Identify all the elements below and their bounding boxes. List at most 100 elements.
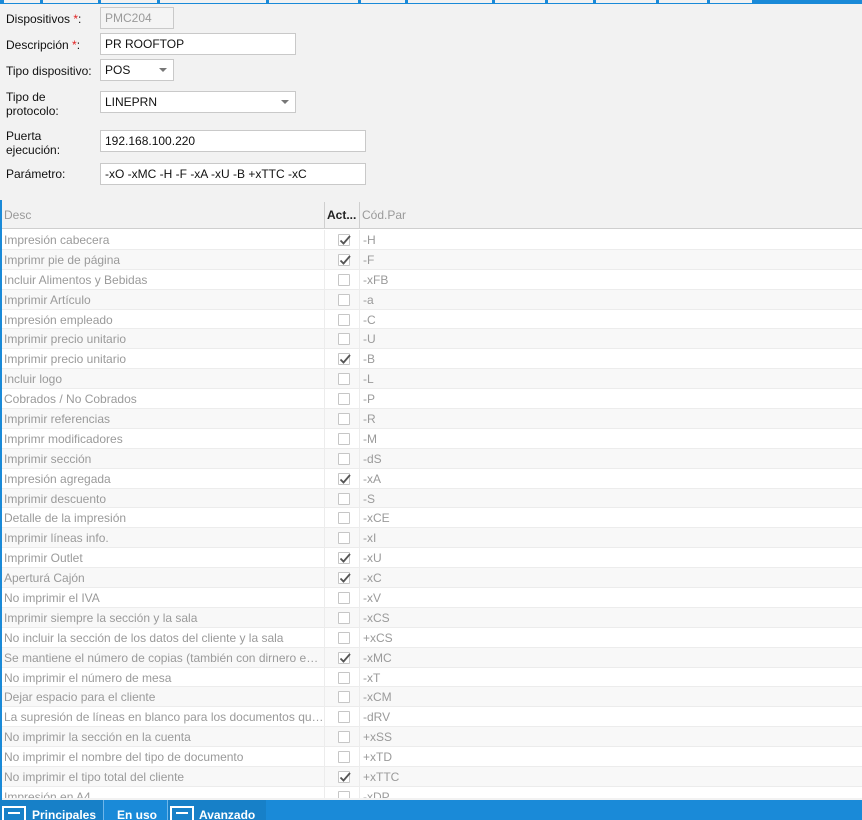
table-row[interactable]: Impresión agregada -xA	[2, 468, 862, 489]
active-checkbox[interactable]	[338, 253, 351, 266]
row-desc: Impresión en A4	[4, 789, 91, 798]
tab-principales[interactable]: Principales	[0, 800, 104, 820]
active-checkbox[interactable]	[338, 492, 350, 505]
table-row[interactable]: Cobrados / No Cobrados -P	[2, 389, 862, 410]
active-checkbox[interactable]	[338, 711, 350, 724]
table-row[interactable]: Se mantiene el número de copias (también…	[2, 647, 862, 668]
table-row[interactable]: No incluir la sección de los datos del c…	[2, 627, 862, 648]
top-tab[interactable]	[408, 0, 492, 3]
table-row[interactable]: Imprimr pie de página -F	[2, 249, 862, 270]
row-desc: Imprimir descuento	[4, 491, 107, 506]
table-row[interactable]: Dejar espacio para el cliente -xCM	[2, 687, 862, 708]
tab-en-uso-label: En uso	[117, 808, 158, 820]
table-row[interactable]: Impresión empleado -C	[2, 309, 862, 330]
row-desc: No incluir la sección de los datos del c…	[4, 630, 284, 645]
active-checkbox[interactable]	[338, 771, 351, 784]
table-row[interactable]: Impresión en A4 -xDP	[2, 786, 862, 798]
column-header-desc[interactable]: Desc	[2, 202, 324, 229]
active-checkbox[interactable]	[338, 234, 351, 246]
top-tab[interactable]	[101, 0, 157, 3]
row-code: -xC	[363, 571, 382, 586]
table-row[interactable]: No imprimir el nombre del tipo de docume…	[2, 747, 862, 768]
row-code: -L	[363, 372, 374, 387]
top-tab[interactable]	[269, 0, 358, 3]
active-checkbox[interactable]	[338, 631, 350, 644]
row-code: -xMC	[363, 650, 392, 665]
table-row[interactable]: No imprimir el tipo total del cliente +xT…	[2, 767, 862, 788]
table-row[interactable]: Imprimir precio unitario -U	[2, 329, 862, 350]
active-checkbox[interactable]	[338, 592, 350, 605]
table-row[interactable]: Imprimir referencias -R	[2, 409, 862, 430]
table-row[interactable]: Detalle de la impresión -xCE	[2, 508, 862, 529]
top-tab[interactable]	[160, 0, 266, 3]
grid-rows: Impresión cabecera -H Imprimr pie de págin…	[2, 230, 862, 798]
table-row[interactable]: No imprimir el número de mesa -xT	[2, 667, 862, 688]
descripcion-field[interactable]: PR ROOFTOP	[100, 33, 296, 55]
active-checkbox[interactable]	[338, 691, 350, 704]
active-checkbox[interactable]	[338, 373, 350, 386]
table-row[interactable]: Imprimir siempre la sección y la sala -xC…	[2, 607, 862, 628]
active-checkbox[interactable]	[338, 572, 351, 585]
table-row[interactable]: Imprimr modificadores -M	[2, 428, 862, 449]
table-row[interactable]: No imprimir el IVA -xV	[2, 588, 862, 609]
row-code: -H	[363, 233, 376, 247]
top-tab[interactable]	[495, 0, 545, 3]
row-code: -U	[363, 332, 376, 347]
table-row[interactable]: Imprimir Outlet -xU	[2, 548, 862, 569]
table-row[interactable]: Imprimir sección -dS	[2, 448, 862, 469]
active-checkbox[interactable]	[338, 611, 350, 624]
tipo-dispositivo-select[interactable]: POS	[100, 59, 174, 81]
puerta-field[interactable]: 192.168.100.220	[100, 130, 366, 152]
top-tab[interactable]	[659, 0, 707, 3]
active-checkbox[interactable]	[338, 790, 350, 798]
active-checkbox[interactable]	[338, 293, 350, 306]
row-desc: Dejar espacio para el cliente	[4, 690, 156, 705]
top-tab[interactable]	[596, 0, 656, 3]
parametro-field[interactable]: -xO -xMC -H -F -xA -xU -B +xTTC -xC	[100, 163, 366, 185]
active-checkbox[interactable]	[338, 273, 350, 286]
table-row[interactable]: No imprimir la sección en la cuenta +xSS	[2, 727, 862, 748]
active-checkbox[interactable]	[338, 671, 350, 684]
row-code: -S	[363, 491, 375, 506]
active-checkbox[interactable]	[338, 651, 351, 664]
column-header-code[interactable]: Cód.Par	[360, 202, 860, 229]
tab-en-uso[interactable]: En uso	[104, 800, 168, 820]
chevron-down-icon	[159, 68, 167, 72]
row-code: -xU	[363, 551, 382, 566]
table-row[interactable]: Incluir logo -L	[2, 369, 862, 390]
active-checkbox[interactable]	[338, 751, 350, 764]
table-row[interactable]: Impresión cabecera -H	[2, 230, 862, 250]
tab-avanzado[interactable]: Avanzado	[168, 800, 266, 820]
table-row[interactable]: Imprimir líneas info. -xI	[2, 528, 862, 549]
active-checkbox[interactable]	[338, 552, 351, 565]
parameters-grid: Desc Act... Cód.Par Impresión cabecera -H…	[2, 202, 862, 798]
column-header-active[interactable]: Act...	[325, 202, 359, 229]
active-checkbox[interactable]	[338, 512, 350, 525]
table-row[interactable]: Imprimir descuento -S	[2, 488, 862, 509]
row-desc: Imprimir siempre la sección y la sala	[4, 610, 198, 625]
table-row[interactable]: La supresión de líneas en blanco para lo…	[2, 707, 862, 728]
active-checkbox[interactable]	[338, 731, 350, 744]
top-tab[interactable]	[710, 0, 752, 3]
active-checkbox[interactable]	[338, 532, 350, 545]
table-row[interactable]: Imprimir precio unitario -B	[2, 349, 862, 370]
table-row[interactable]: Incluir Alimentos y Bebidas -xFB	[2, 269, 862, 290]
top-tab[interactable]	[43, 0, 98, 3]
tipo-protocolo-select[interactable]: LINEPRN	[100, 91, 296, 113]
active-checkbox[interactable]	[338, 313, 350, 326]
row-code: -a	[363, 292, 374, 307]
active-checkbox[interactable]	[338, 393, 350, 406]
top-tab[interactable]	[4, 0, 40, 3]
top-tab[interactable]	[361, 0, 405, 3]
active-checkbox[interactable]	[338, 353, 351, 366]
active-checkbox[interactable]	[338, 432, 350, 445]
active-checkbox[interactable]	[338, 452, 350, 465]
active-checkbox[interactable]	[338, 413, 350, 426]
top-tab[interactable]	[548, 0, 593, 3]
table-row[interactable]: Aperturá Cajón -xC	[2, 568, 862, 589]
check-icon	[339, 354, 351, 365]
dispositivos-field[interactable]: PMC204	[100, 7, 174, 29]
active-checkbox[interactable]	[338, 333, 350, 346]
active-checkbox[interactable]	[338, 472, 351, 485]
table-row[interactable]: Imprimir Artículo -a	[2, 289, 862, 310]
